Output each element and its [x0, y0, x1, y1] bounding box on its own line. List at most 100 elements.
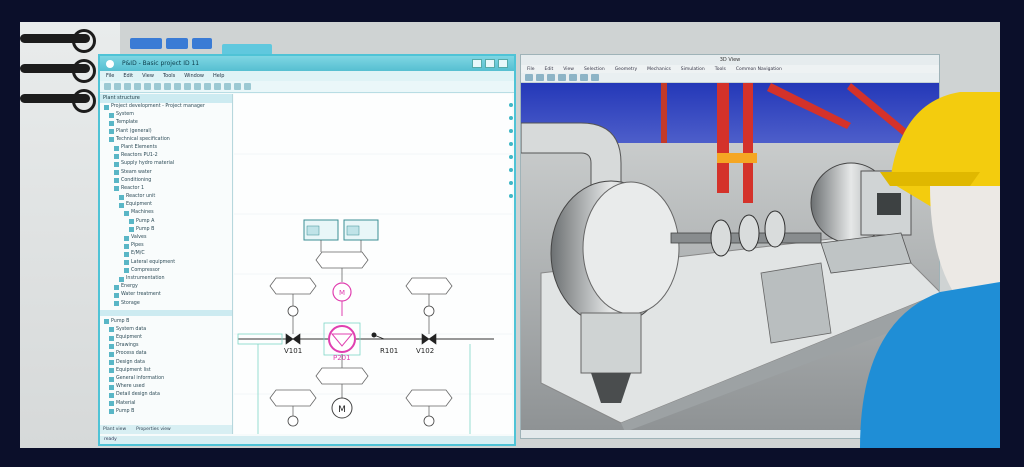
tree-item[interactable]: E/M/C: [100, 250, 232, 258]
tool-dot-icon[interactable]: [509, 129, 513, 133]
tree-item[interactable]: System data: [100, 326, 232, 334]
tree-item[interactable]: Compressor: [100, 267, 232, 275]
toolbar-layer-icon[interactable]: [244, 83, 251, 90]
tool-dot-icon[interactable]: [509, 142, 513, 146]
menu-tools[interactable]: Tools: [715, 67, 726, 72]
tree-item[interactable]: Drawings: [100, 342, 232, 350]
minimize-button[interactable]: [472, 59, 482, 68]
tree-item[interactable]: Equipment: [100, 201, 232, 209]
toolbar-undo-icon[interactable]: [558, 74, 566, 81]
tree-item[interactable]: Energy: [100, 283, 232, 291]
toolbar-open-icon[interactable]: [114, 83, 121, 90]
toolbar-redo-icon[interactable]: [184, 83, 191, 90]
tree-item[interactable]: Design data: [100, 359, 232, 367]
instrument-tag[interactable]: [269, 277, 317, 295]
toolbar-cut-icon[interactable]: [144, 83, 151, 90]
toolbar-print-icon[interactable]: [134, 83, 141, 90]
toolbar-rotate-icon[interactable]: [580, 74, 588, 81]
tool-dot-icon[interactable]: [509, 155, 513, 159]
coupling-ring[interactable]: [710, 219, 732, 257]
toolbar-new-icon[interactable]: [104, 83, 111, 90]
tree-item[interactable]: Equipment list: [100, 367, 232, 375]
toolbar-text-icon[interactable]: [224, 83, 231, 90]
menu-view[interactable]: View: [142, 73, 154, 79]
tool-dot-icon[interactable]: [509, 168, 513, 172]
actuator-symbol[interactable]: [287, 415, 299, 427]
tree-item[interactable]: Reactors PU1-2: [100, 152, 232, 160]
toolbar-pan-icon[interactable]: [591, 74, 599, 81]
menu-navigation[interactable]: Common Navigation: [736, 67, 782, 72]
menu-file[interactable]: File: [527, 67, 535, 72]
tool-dot-icon[interactable]: [509, 194, 513, 198]
menu-file[interactable]: File: [106, 73, 114, 79]
toolbar-redo-icon[interactable]: [569, 74, 577, 81]
valve-symbol[interactable]: [285, 333, 301, 345]
tree-item[interactable]: Pump A: [100, 218, 232, 226]
coupling-ring[interactable]: [764, 210, 786, 248]
tree-item[interactable]: Pipes: [100, 242, 232, 250]
menu-window[interactable]: Window: [184, 73, 204, 79]
tree-item[interactable]: Lateral equipment: [100, 259, 232, 267]
toolbar-home-icon[interactable]: [525, 74, 533, 81]
tree-item[interactable]: Technical specification: [100, 136, 232, 144]
tree-item[interactable]: Plant Elements: [100, 144, 232, 152]
maximize-button[interactable]: [485, 59, 495, 68]
tree-item[interactable]: Water treatment: [100, 291, 232, 299]
toolbar-open-icon[interactable]: [536, 74, 544, 81]
actuator-symbol[interactable]: [287, 305, 299, 317]
tab-plant-view[interactable]: Plant view: [103, 427, 126, 432]
menu-edit[interactable]: Edit: [545, 67, 554, 72]
tree-item[interactable]: Plant (general): [100, 128, 232, 136]
tree-item[interactable]: Where used: [100, 383, 232, 391]
toolbar-undo-icon[interactable]: [174, 83, 181, 90]
tree-item[interactable]: System: [100, 111, 232, 119]
instrument-tag[interactable]: [315, 367, 369, 385]
tab-properties-view[interactable]: Properties view: [136, 427, 171, 432]
tool-dot-icon[interactable]: [509, 181, 513, 185]
tree-item[interactable]: Pump B: [100, 408, 232, 416]
pid-drawing-canvas[interactable]: M V101 R101 V102 M: [234, 94, 512, 434]
actuator-symbol[interactable]: [423, 305, 435, 317]
instrument-tag[interactable]: [405, 389, 453, 407]
valve-symbol[interactable]: [421, 333, 437, 345]
toolbar-grid-icon[interactable]: [234, 83, 241, 90]
tree-item[interactable]: Valves: [100, 234, 232, 242]
tree-item[interactable]: Material: [100, 400, 232, 408]
tree-item[interactable]: Reactor unit: [100, 193, 232, 201]
toolbar-save-icon[interactable]: [124, 83, 131, 90]
close-button[interactable]: [498, 59, 508, 68]
menu-tools[interactable]: Tools: [163, 73, 175, 79]
instrument-tag[interactable]: [315, 251, 369, 269]
toolbar-save-icon[interactable]: [547, 74, 555, 81]
tree-item[interactable]: Steam water: [100, 169, 232, 177]
menu-view[interactable]: View: [563, 67, 574, 72]
tree-item[interactable]: Pump B: [100, 226, 232, 234]
tree-item[interactable]: Storage: [100, 300, 232, 308]
tree-item[interactable]: General information: [100, 375, 232, 383]
menu-mechanics[interactable]: Mechanics: [647, 67, 671, 72]
toolbar-zoom-icon[interactable]: [194, 83, 201, 90]
tree-item[interactable]: Project development - Project manager: [100, 103, 232, 111]
tree-item[interactable]: Process data: [100, 350, 232, 358]
tree-item[interactable]: Reactor 1: [100, 185, 232, 193]
menu-selection[interactable]: Selection: [584, 67, 605, 72]
menu-simulation[interactable]: Simulation: [681, 67, 705, 72]
tree-item[interactable]: Machines: [100, 209, 232, 217]
toolbar-line-icon[interactable]: [214, 83, 221, 90]
tree-item[interactable]: Detail design data: [100, 391, 232, 399]
toolbar-paste-icon[interactable]: [164, 83, 171, 90]
menu-edit[interactable]: Edit: [123, 73, 133, 79]
tree-item[interactable]: Conditioning: [100, 177, 232, 185]
tree-item[interactable]: Equipment: [100, 334, 232, 342]
tree-item[interactable]: Template: [100, 119, 232, 127]
tool-dot-icon[interactable]: [509, 116, 513, 120]
actuator-symbol[interactable]: [423, 415, 435, 427]
instrument-tag[interactable]: [405, 277, 453, 295]
coupling-ring[interactable]: [738, 214, 760, 252]
toolbar-select-icon[interactable]: [204, 83, 211, 90]
menu-geometry[interactable]: Geometry: [615, 67, 637, 72]
pump-symbol[interactable]: [328, 325, 356, 353]
toolbar-copy-icon[interactable]: [154, 83, 161, 90]
menu-help[interactable]: Help: [213, 73, 224, 79]
instrument-tag[interactable]: [269, 389, 317, 407]
